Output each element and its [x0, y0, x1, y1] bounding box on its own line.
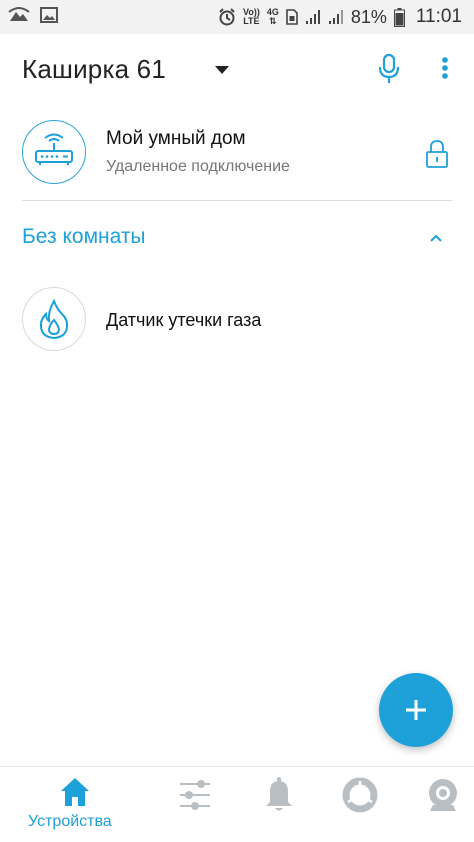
hub-name: Мой умный дом [106, 128, 246, 149]
home-selector-title[interactable]: Каширка 61 [22, 54, 166, 85]
battery-percent: 81% [350, 6, 387, 27]
app-header: Каширка 61 [0, 34, 474, 104]
device-icon-circle [22, 287, 86, 351]
dropdown-arrow-icon[interactable] [210, 60, 234, 80]
add-device-button[interactable] [379, 673, 453, 747]
shield-ring-icon [342, 777, 378, 813]
device-row[interactable]: Датчик утечки газа [0, 282, 474, 358]
hub-icon-circle [22, 120, 86, 184]
signal-icon-1 [305, 10, 320, 24]
section-divider [22, 200, 452, 201]
room-section-header[interactable]: Без комнаты [0, 212, 474, 262]
device-name: Датчик утечки газа [106, 310, 262, 330]
status-bar: Vo)) LTE 4G ⇅ 81% 11:01 [0, 0, 474, 34]
network-type-indicator: 4G ⇅ [266, 7, 279, 26]
volte-indicator: Vo)) LTE [242, 7, 260, 26]
chevron-up-icon[interactable] [424, 226, 448, 250]
more-vert-icon[interactable] [432, 52, 458, 86]
microphone-icon[interactable] [376, 52, 402, 86]
lock-icon[interactable] [424, 138, 450, 170]
camera-icon [429, 779, 457, 811]
sliders-icon [180, 780, 210, 810]
flame-icon [39, 298, 68, 339]
alarm-icon [219, 8, 235, 26]
signal-icon-2 [328, 10, 343, 24]
hub-row[interactable]: Мой умный дом Удаленное подключение [0, 110, 474, 200]
home-icon [61, 778, 89, 806]
bell-icon [266, 777, 292, 811]
gallery-notification-icon [40, 7, 58, 23]
room-title: Без комнаты [22, 225, 146, 248]
nav-item-scenarios[interactable] [148, 767, 242, 842]
hub-connection-status: Удаленное подключение [106, 158, 290, 175]
router-icon [34, 133, 73, 165]
nav-item-devices[interactable]: Устройства [28, 767, 122, 842]
battery-icon [393, 7, 405, 27]
cloud-notification-icon [8, 7, 30, 21]
bottom-navigation: Устройства [0, 766, 474, 842]
sim-icon [286, 9, 298, 25]
nav-item-cameras[interactable] [393, 767, 474, 842]
plus-icon [406, 700, 426, 720]
clock: 11:01 [415, 6, 462, 27]
nav-item-security[interactable] [310, 767, 404, 842]
